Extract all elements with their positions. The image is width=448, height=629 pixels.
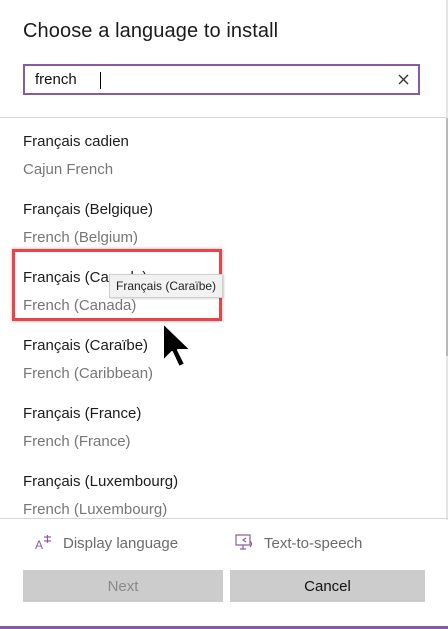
list-item-french-caribbean[interactable]: Français (Caraïbe) French (Caribbean)	[0, 324, 445, 392]
language-english-name: French (Caribbean)	[23, 365, 154, 382]
text-caret	[100, 72, 101, 89]
next-button[interactable]: Next	[23, 570, 223, 602]
clear-search-button[interactable]	[394, 70, 412, 88]
language-install-dialog: Choose a language to install Français ca…	[0, 0, 448, 629]
dialog-title: Choose a language to install	[23, 20, 279, 42]
svg-text:A: A	[35, 538, 43, 552]
list-item-french-belgium[interactable]: Français (Belgique) French (Belgium)	[0, 188, 445, 256]
tooltip: Français (Caraïbe)	[109, 274, 224, 298]
feature-display-language: A Display language	[35, 532, 178, 554]
text-to-speech-icon	[235, 534, 253, 550]
language-english-name: French (Luxembourg)	[23, 501, 168, 518]
language-native-name: Français (Luxembourg)	[23, 473, 179, 490]
text-to-speech-label: Text-to-speech	[264, 534, 363, 552]
feature-text-to-speech: Text-to-speech	[235, 532, 362, 554]
search-box[interactable]	[23, 64, 420, 95]
language-english-name: French (France)	[23, 433, 131, 450]
mouse-pointer-icon	[162, 322, 192, 368]
display-language-icon: A	[35, 535, 51, 552]
search-input[interactable]	[35, 66, 395, 93]
list-item-cajun-french[interactable]: Français cadien Cajun French	[0, 120, 445, 188]
language-native-name: Français (Caraïbe)	[23, 337, 149, 354]
language-native-name: Français (Belgique)	[23, 201, 154, 218]
close-icon	[398, 74, 408, 84]
list-item-french-luxembourg[interactable]: Français (Luxembourg) French (Luxembourg…	[0, 460, 445, 518]
language-english-name: French (Belgium)	[23, 229, 139, 246]
footer-divider	[0, 518, 448, 519]
language-native-name: Français (France)	[23, 405, 142, 422]
display-language-label: Display language	[63, 534, 179, 552]
language-native-name: Français cadien	[23, 133, 129, 150]
cancel-button[interactable]: Cancel	[230, 570, 425, 602]
list-item-french-france[interactable]: Français (France) French (France)	[0, 392, 445, 460]
language-english-name: Cajun French	[23, 161, 114, 178]
